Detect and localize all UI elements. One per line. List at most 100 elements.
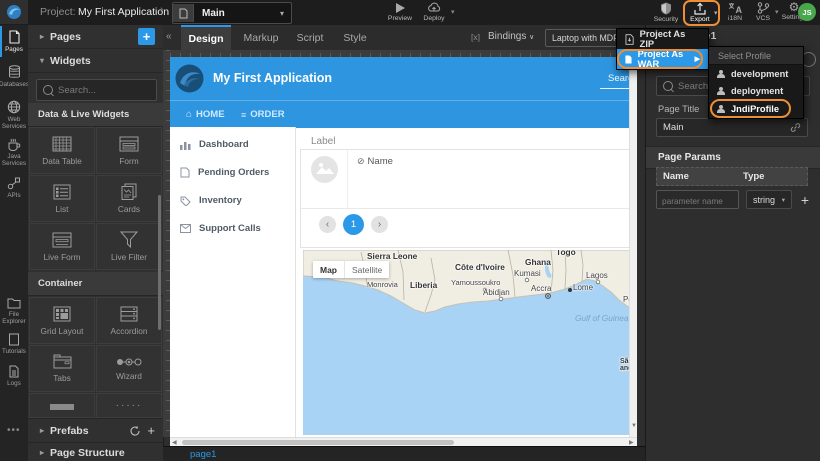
widget-tile-partial-right[interactable]: ····· [96, 393, 162, 418]
add-prefab-button[interactable]: + [147, 423, 155, 438]
scroll-right-arrow-icon[interactable]: ▶ [629, 439, 634, 446]
nav-order[interactable]: ≡ ORDER [241, 109, 285, 120]
tile-label: Live Filter [111, 252, 147, 262]
widget-tile-accordion[interactable]: Accordion [96, 297, 162, 344]
sidebar-item-pages[interactable]: Pages [0, 30, 28, 53]
pages-section-header[interactable]: ▸ Pages + [28, 25, 163, 49]
menu-item-dashboard[interactable]: Dashboard [180, 139, 249, 150]
tile-label: Grid Layout [41, 326, 84, 336]
widget-search[interactable] [36, 79, 157, 101]
widget-tile-live-form[interactable]: Live Form [29, 223, 95, 270]
submenu-arrow-icon: ▶ [695, 55, 700, 63]
tab-script[interactable]: Script [289, 25, 331, 50]
live-filter-icon [120, 231, 138, 248]
map-button[interactable]: Map [313, 265, 344, 275]
menu-item-support-calls[interactable]: Support Calls [180, 223, 261, 234]
map-widget[interactable]: Sierra Leone Côte d'Ivoire Ghana Togo Ku… [303, 250, 637, 435]
tab-style[interactable]: Style [335, 25, 375, 50]
label-widget[interactable]: Label [311, 136, 335, 147]
tile-label: Live Form [44, 252, 81, 262]
page-prev-button[interactable]: ‹ [319, 216, 336, 233]
menu-item-development[interactable]: development [709, 65, 803, 82]
widget-tile-cards[interactable]: Cards [96, 175, 162, 222]
tile-label: Cards [118, 204, 140, 214]
i18n-button[interactable]: A i18N [722, 2, 748, 22]
tag-icon [180, 196, 191, 206]
refresh-icon[interactable] [129, 425, 141, 437]
hscroll-thumb[interactable] [182, 440, 454, 445]
menu-label: Pending Orders [198, 167, 269, 178]
menu-item-inventory[interactable]: Inventory [180, 195, 242, 206]
page-tab[interactable]: page1 [190, 449, 216, 460]
bindings-button[interactable]: Bindings ∨ [488, 31, 534, 42]
param-type-select[interactable]: string ▾ [746, 190, 792, 209]
menu-label: Project As WAR [638, 49, 689, 69]
sidebar-item-java-services[interactable]: Java Services [0, 138, 28, 167]
avatar[interactable]: JS [798, 3, 816, 21]
more-icon[interactable]: ••• [7, 425, 21, 436]
submenu-header: Select Profile [709, 47, 803, 65]
widgets-section-header[interactable]: ▾ Widgets [28, 49, 163, 73]
menu-item-project-as-war[interactable]: Project As WAR ▶ [617, 49, 708, 69]
param-name-field[interactable] [656, 190, 739, 209]
globe-icon [7, 100, 21, 114]
widget-tile-list[interactable]: List [29, 175, 95, 222]
widget-search-input[interactable] [58, 85, 156, 96]
add-param-button[interactable]: + [797, 190, 813, 209]
vcs-chevron-icon[interactable]: ▾ [775, 8, 779, 16]
deploy-button[interactable]: Deploy [418, 2, 450, 22]
add-page-button[interactable]: + [138, 28, 155, 45]
satellite-button[interactable]: Satellite [345, 265, 389, 275]
tab-markup[interactable]: Markup [237, 25, 285, 50]
security-button[interactable]: Security [650, 2, 682, 23]
sidebar-item-apis[interactable]: APIs [0, 177, 28, 199]
sidebar-item-web-services[interactable]: Web Services [0, 100, 28, 130]
menu-item-deployment[interactable]: deployment [709, 82, 803, 99]
tab-design[interactable]: Design [181, 25, 231, 50]
menu-item-pending-orders[interactable]: Pending Orders [180, 167, 269, 178]
export-button[interactable]: Export [686, 2, 714, 23]
live-form-icon [52, 232, 72, 248]
widget-tile-wizard[interactable]: Wizard [96, 345, 162, 392]
widget-tile-tabs[interactable]: Tabs [29, 345, 95, 392]
page-title-field[interactable]: Main [656, 118, 808, 137]
param-name-input[interactable] [657, 193, 738, 210]
scroll-left-arrow-icon[interactable]: ◀ [172, 439, 177, 446]
page-number-button[interactable]: 1 [343, 214, 364, 235]
list-widget[interactable]: ⊘ Name ‹ 1 › [300, 149, 634, 248]
menu-item-project-as-zip[interactable]: Project As ZIP [617, 29, 708, 49]
export-chevron-icon[interactable]: ▾ [714, 9, 718, 17]
sidebar-label: File Explorer [0, 311, 28, 325]
scroll-down-arrow-icon[interactable]: ▼ [631, 423, 637, 429]
widget-tile-grid-layout[interactable]: Grid Layout [29, 297, 95, 344]
bind-link-icon[interactable] [790, 122, 801, 133]
menu-item-jndiprofile[interactable]: JndiProfile [709, 99, 803, 118]
project-name: My First Application [78, 6, 169, 18]
widget-tile-data-table[interactable]: Data Table [29, 127, 95, 174]
map-label-gulf: Gulf of Guinea [575, 313, 629, 323]
sidebar-item-logs[interactable]: Logs [0, 365, 28, 387]
widget-tile-form[interactable]: Form [96, 127, 162, 174]
sidebar-item-file-explorer[interactable]: File Explorer [0, 297, 28, 325]
sidebar-item-tutorials[interactable]: Tutorials [0, 333, 28, 355]
collapse-panel-icon[interactable]: « [166, 31, 172, 42]
col-type: Type [743, 171, 764, 182]
panel-scrollbar[interactable] [158, 195, 161, 330]
page-next-button[interactable]: › [371, 216, 388, 233]
data-live-widgets-header: Data & Live Widgets [28, 103, 163, 127]
nav-home[interactable]: ⌂ HOME [186, 109, 225, 120]
widget-tile-live-filter[interactable]: Live Filter [96, 223, 162, 270]
sidebar-item-databases[interactable]: Databases [0, 65, 28, 88]
export-icon [694, 2, 706, 15]
prefabs-header[interactable]: ▸ Prefabs + [28, 418, 163, 443]
bindings-bracket-icon: [x] [471, 32, 480, 42]
page-selector-dropdown[interactable]: Main ▾ [172, 2, 292, 24]
wavemaker-logo[interactable] [0, 0, 28, 24]
page-structure-header[interactable]: ▸ Page Structure [28, 441, 163, 461]
vcs-button[interactable]: VCS [750, 2, 776, 22]
deploy-chevron-icon[interactable]: ▾ [451, 8, 455, 16]
widget-tile-partial-left[interactable] [29, 393, 95, 418]
preview-button[interactable]: Preview [385, 2, 415, 22]
canvas-vscrollbar[interactable]: ▼ [629, 57, 637, 437]
list-item-name[interactable]: ⊘ Name [357, 156, 393, 167]
